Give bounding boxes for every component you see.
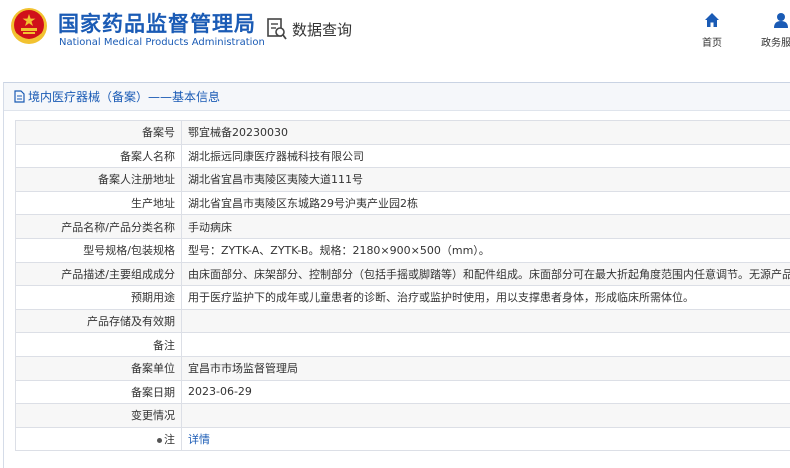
- field-value: [181, 308, 790, 334]
- note-label: 注: [164, 433, 175, 447]
- field-label: 备注: [15, 332, 182, 357]
- table-row: 产品描述/主要组成成分 由床面部分、床架部分、控制部分（包括手摇或脚踏等）和配件…: [15, 261, 790, 287]
- field-label: 产品名称/产品分类名称: [15, 214, 182, 239]
- field-value: 用于医疗监护下的成年或儿童患者的诊断、治疗或监护时使用，用以支撑患者身体，形成临…: [181, 285, 790, 310]
- table-row: 备案号 鄂宜械备20230030: [15, 120, 790, 145]
- user-icon: [774, 13, 788, 28]
- table-row: 注 详情: [15, 426, 790, 452]
- nav-government-services[interactable]: 政务服务: [751, 12, 790, 49]
- table-row: 预期用途 用于医疗监护下的成年或儿童患者的诊断、治疗或监护时使用，用以支撑患者身…: [15, 285, 790, 310]
- nav-home[interactable]: 首页: [682, 12, 742, 49]
- info-table: 备案号 鄂宜械备20230030 备案人名称 湖北振远同康医疗器械科技有限公司 …: [15, 120, 790, 452]
- bullet-dot-icon: [157, 437, 162, 443]
- table-row: 产品名称/产品分类名称 手动病床: [15, 214, 790, 239]
- field-label: 生产地址: [15, 190, 182, 216]
- field-value: 手动病床: [181, 214, 790, 239]
- nav-home-label: 首页: [702, 38, 722, 49]
- table-row: 备案人名称 湖北振远同康医疗器械科技有限公司: [15, 143, 790, 169]
- field-label: 备案号: [15, 120, 182, 145]
- field-label: 产品存储及有效期: [15, 308, 182, 334]
- home-icon: [705, 13, 719, 27]
- table-row: 变更情况: [15, 403, 790, 428]
- field-value: [181, 332, 790, 357]
- field-label: 备案人名称: [15, 143, 182, 169]
- field-value: 型号：ZYTK-A、ZYTK-B。规格：2180×900×500（mm）。: [181, 237, 790, 263]
- org-name-cn: 国家药品监督管理局: [58, 12, 256, 36]
- field-value: 详情: [181, 426, 790, 452]
- field-value: [181, 403, 790, 428]
- detail-link[interactable]: 详情: [188, 433, 210, 446]
- basic-info-panel: 境内医疗器械（备案）——基本信息 备案号 鄂宜械备20230030 备案人名称 …: [3, 82, 790, 468]
- org-name-en: National Medical Products Administration: [59, 37, 265, 48]
- table-row: 生产地址 湖北省宜昌市夷陵区东城路29号沪夷产业园2栋: [15, 190, 790, 216]
- field-label: 备案人注册地址: [15, 167, 182, 192]
- panel-title: 境内医疗器械（备案）——基本信息: [28, 90, 221, 104]
- field-value: 鄂宜械备20230030: [181, 120, 790, 145]
- field-value: 湖北省宜昌市夷陵区东城路29号沪夷产业园2栋: [181, 190, 790, 216]
- table-row: 产品存储及有效期: [15, 308, 790, 334]
- national-emblem-icon: [11, 8, 47, 44]
- table-row: 备注: [15, 332, 790, 357]
- field-label: 产品描述/主要组成成分: [15, 261, 182, 287]
- site-header: 国家药品监督管理局 National Medical Products Admi…: [0, 0, 790, 64]
- field-label: 备案单位: [15, 355, 182, 381]
- field-value: 宜昌市市场监督管理局: [181, 355, 790, 381]
- table-row: 备案人注册地址 湖北省宜昌市夷陵区夷陵大道111号: [15, 167, 790, 192]
- data-query-label: 数据查询: [292, 20, 353, 39]
- document-icon: [14, 90, 25, 103]
- data-query-section[interactable]: 数据查询: [266, 17, 352, 41]
- field-value: 湖北省宜昌市夷陵区夷陵大道111号: [181, 167, 790, 192]
- table-row: 型号规格/包装规格 型号：ZYTK-A、ZYTK-B。规格：2180×900×5…: [15, 237, 790, 263]
- panel-header: 境内医疗器械（备案）——基本信息: [4, 83, 790, 111]
- field-label-note: 注: [15, 426, 182, 452]
- table-row: 备案日期 2023-06-29: [15, 379, 790, 405]
- nav-government-services-label: 政务服务: [761, 38, 790, 49]
- field-value: 湖北振远同康医疗器械科技有限公司: [181, 143, 790, 169]
- field-label: 预期用途: [15, 285, 182, 310]
- field-label: 备案日期: [15, 379, 182, 405]
- field-value: 2023-06-29: [181, 379, 790, 405]
- field-value: 由床面部分、床架部分、控制部分（包括手摇或脚踏等）和配件组成。床面部分可在最大折…: [181, 261, 790, 287]
- table-row: 备案单位 宜昌市市场监督管理局: [15, 355, 790, 381]
- field-label: 型号规格/包装规格: [15, 237, 182, 263]
- document-search-icon: [267, 18, 287, 40]
- field-label: 变更情况: [15, 403, 182, 428]
